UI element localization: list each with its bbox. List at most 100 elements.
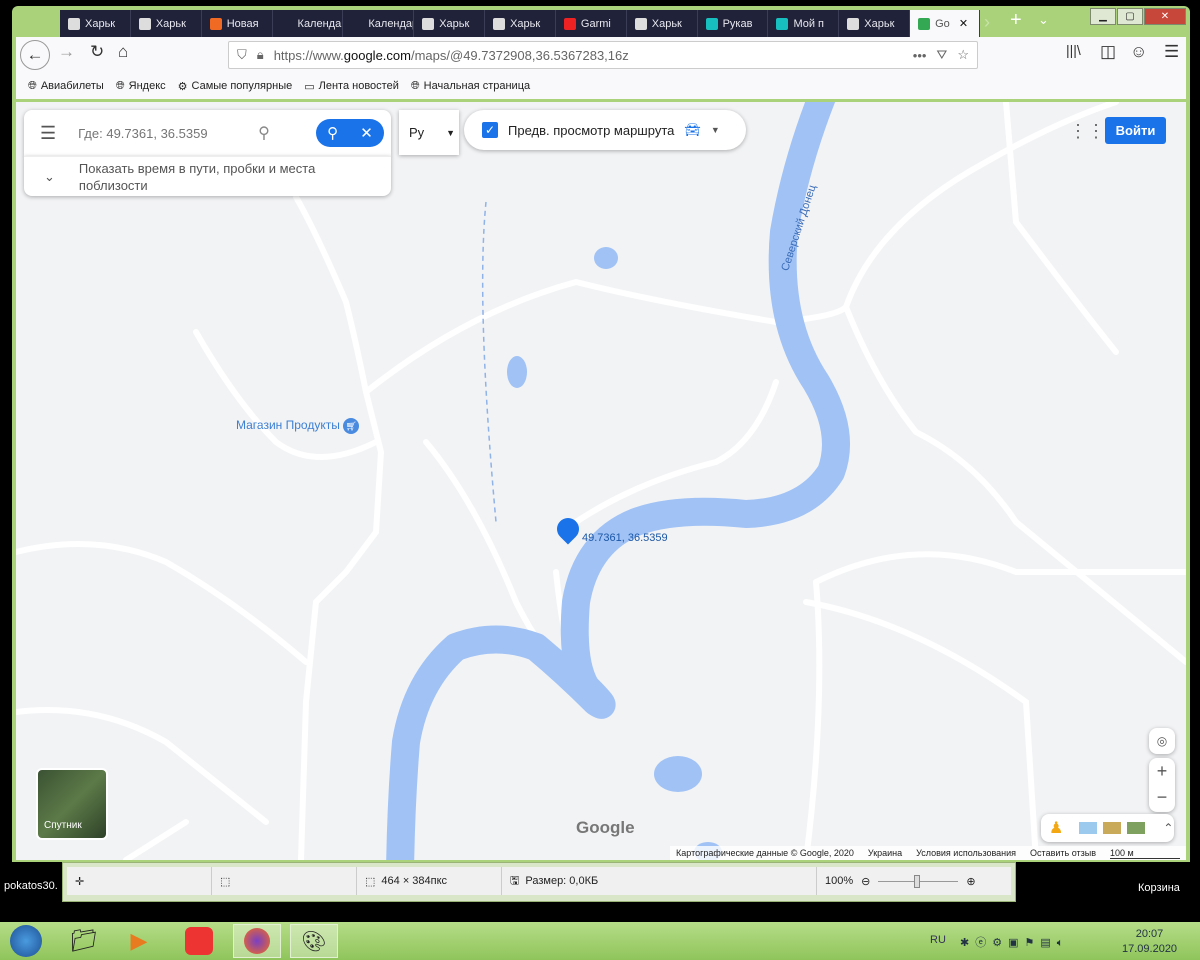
tab[interactable]: Харьк bbox=[485, 10, 556, 37]
tab[interactable]: Рукав bbox=[698, 10, 769, 37]
show-travel-times[interactable]: ⌄ Показать время в пути, пробки и места п… bbox=[24, 156, 391, 196]
layer-satellite[interactable] bbox=[1127, 822, 1146, 834]
canvas-size-icon: ⬚ bbox=[365, 875, 376, 888]
expand-icon[interactable]: ⌃ bbox=[1163, 821, 1173, 835]
tab-label: Харьк bbox=[439, 17, 470, 30]
search-input[interactable] bbox=[78, 125, 249, 141]
close-tab-icon[interactable]: ✕ bbox=[959, 17, 968, 30]
layer-traffic[interactable] bbox=[1103, 822, 1122, 834]
bookmark[interactable]: 🌐︎ Авиабилеты bbox=[28, 80, 104, 93]
route-preview-label: Предв. просмотр маршрута bbox=[508, 122, 675, 138]
tower-icon bbox=[68, 17, 80, 30]
bookmark[interactable]: 🌐︎ Начальная страница bbox=[411, 80, 530, 93]
tab-label: Харьк bbox=[85, 17, 116, 30]
maximize-button[interactable]: ▢ bbox=[1117, 8, 1143, 25]
star-icon[interactable]: ☆ bbox=[957, 47, 969, 63]
tab-label: Go bbox=[935, 17, 950, 30]
tab-bar: Харьк Харьк Новая Календар Календар Харьк Харь… bbox=[60, 10, 980, 37]
url-bar[interactable]: ⛉ 🔒︎ https://www.google.com/maps/@49.7372… bbox=[228, 41, 978, 69]
tab[interactable]: Харьк bbox=[839, 10, 911, 37]
scale-bar[interactable]: 100 м bbox=[1110, 848, 1180, 859]
satellite-toggle[interactable]: Спутник bbox=[36, 768, 108, 840]
home-icon[interactable]: ⌂ bbox=[118, 42, 128, 62]
tray-icons[interactable]: ✱ⓔ⚙▣⚑▤🔈︎ bbox=[960, 934, 1069, 950]
tab-label: Харьк bbox=[510, 17, 541, 30]
tab[interactable]: Харьк bbox=[627, 10, 698, 37]
paint-taskbar-icon[interactable]: 🎨︎ bbox=[290, 924, 338, 958]
zoom-slider[interactable] bbox=[878, 874, 959, 888]
tab[interactable]: Харьк bbox=[414, 10, 486, 37]
clock[interactable]: 20:07 17.09.2020 bbox=[1122, 927, 1177, 957]
back-button[interactable]: ← bbox=[20, 40, 50, 70]
tab[interactable]: Харьк bbox=[60, 10, 131, 37]
sidebar-icon[interactable]: ◫ bbox=[1100, 42, 1116, 62]
tab[interactable]: Новая bbox=[202, 10, 273, 37]
layer-terrain[interactable] bbox=[1079, 822, 1098, 834]
zoom-out-button[interactable]: ⊖ bbox=[861, 875, 870, 888]
language-indicator[interactable]: RU bbox=[930, 934, 946, 946]
explorer-icon[interactable]: 📁︎ bbox=[60, 924, 108, 958]
gom-player-icon[interactable] bbox=[175, 924, 223, 958]
dropdown-icon: ▼ bbox=[710, 125, 720, 135]
tab[interactable]: Календар bbox=[273, 10, 344, 37]
media-player-icon[interactable]: ▶ bbox=[115, 924, 163, 958]
selection-size-icon: ⬚ bbox=[212, 867, 357, 895]
my-location-button[interactable]: ◎ bbox=[1149, 728, 1175, 754]
canvas-size: 464 × 384пкс bbox=[381, 875, 448, 887]
pin-icon[interactable]: ⚲ bbox=[327, 124, 338, 142]
search-icon[interactable]: ⚲ bbox=[258, 123, 270, 143]
place-magazin[interactable]: Магазин Продукты 🛒︎ bbox=[236, 418, 360, 434]
feedback-link[interactable]: Оставить отзыв bbox=[1030, 848, 1096, 858]
terms-link[interactable]: Условия использования bbox=[916, 848, 1016, 858]
car-icon: 🚘︎ bbox=[684, 122, 701, 137]
desktop-icon-label[interactable]: pokatos30. bbox=[4, 880, 58, 892]
zoom-out-button[interactable]: − bbox=[1149, 784, 1175, 810]
bookmark-label: Авиабилеты bbox=[40, 80, 104, 92]
forward-button[interactable]: → bbox=[58, 42, 75, 62]
minimize-button[interactable]: ▁ bbox=[1090, 8, 1116, 25]
tab-label: Харьк bbox=[155, 17, 186, 30]
tab-list-button[interactable]: ⌄ bbox=[1038, 12, 1049, 28]
bookmark[interactable]: ⚙ Самые популярные bbox=[178, 80, 293, 93]
recycle-bin-label[interactable]: Корзина bbox=[1138, 882, 1180, 894]
map-canvas[interactable]: Северский Донец Магазин Продукты 🛒︎ 49.7… bbox=[16, 102, 1186, 860]
attribution-data: Картографические данные © Google, 2020 bbox=[676, 848, 854, 858]
tab-scroll-right[interactable]: › bbox=[984, 12, 990, 33]
tower-icon bbox=[138, 17, 151, 30]
language-select[interactable]: Ру ▼ bbox=[399, 110, 459, 155]
tab[interactable]: Календар bbox=[343, 10, 415, 37]
route-preview[interactable]: ✓ Предв. просмотр маршрута 🚘︎ ▼ bbox=[464, 110, 746, 150]
tab-label: Календар bbox=[368, 17, 415, 30]
tab[interactable]: Garmi bbox=[556, 10, 627, 37]
menu-icon[interactable]: ☰ bbox=[40, 123, 56, 144]
tab[interactable]: Мой п bbox=[768, 10, 840, 37]
account-icon[interactable]: ☺ bbox=[1130, 42, 1147, 62]
new-tab-button[interactable]: + bbox=[1010, 9, 1022, 32]
attribution-country[interactable]: Украина bbox=[868, 848, 902, 858]
bookmark[interactable]: ▭ Лента новостей bbox=[304, 80, 399, 93]
pegman-icon[interactable]: ♟ bbox=[1049, 818, 1063, 838]
login-button[interactable]: Войти bbox=[1105, 117, 1166, 144]
tower-icon bbox=[634, 17, 647, 30]
pin-coordinates: 49.7361, 36.5359 bbox=[582, 532, 668, 544]
close-window-button[interactable]: ✕ bbox=[1144, 8, 1186, 25]
clear-icon[interactable]: ✕ bbox=[360, 124, 373, 142]
zoom-in-button[interactable]: + bbox=[1149, 758, 1175, 784]
bookmark[interactable]: 🌐︎ Яндекс bbox=[116, 80, 166, 93]
zoom-in-button[interactable]: ⊕ bbox=[966, 875, 975, 888]
more-icon[interactable]: ••• bbox=[913, 48, 927, 63]
library-icon[interactable]: |||\ bbox=[1066, 42, 1081, 58]
reload-button[interactable]: ↻ bbox=[90, 42, 104, 62]
pocket-icon[interactable]: ⛛ bbox=[936, 47, 947, 63]
roads bbox=[16, 102, 1186, 860]
ok-icon bbox=[776, 17, 789, 30]
start-button[interactable] bbox=[2, 924, 50, 958]
checkbox-icon[interactable]: ✓ bbox=[482, 122, 498, 138]
bookmark-label: Начальная страница bbox=[423, 80, 531, 92]
globe-icon: 🌐︎ bbox=[410, 79, 420, 92]
tab[interactable]: Харьк bbox=[131, 10, 202, 37]
menu-icon[interactable]: ☰ bbox=[1164, 42, 1179, 62]
firefox-taskbar-icon[interactable] bbox=[233, 924, 281, 958]
tab[interactable]: Go ✕ bbox=[910, 10, 980, 37]
bookmark-label: Яндекс bbox=[128, 80, 166, 92]
